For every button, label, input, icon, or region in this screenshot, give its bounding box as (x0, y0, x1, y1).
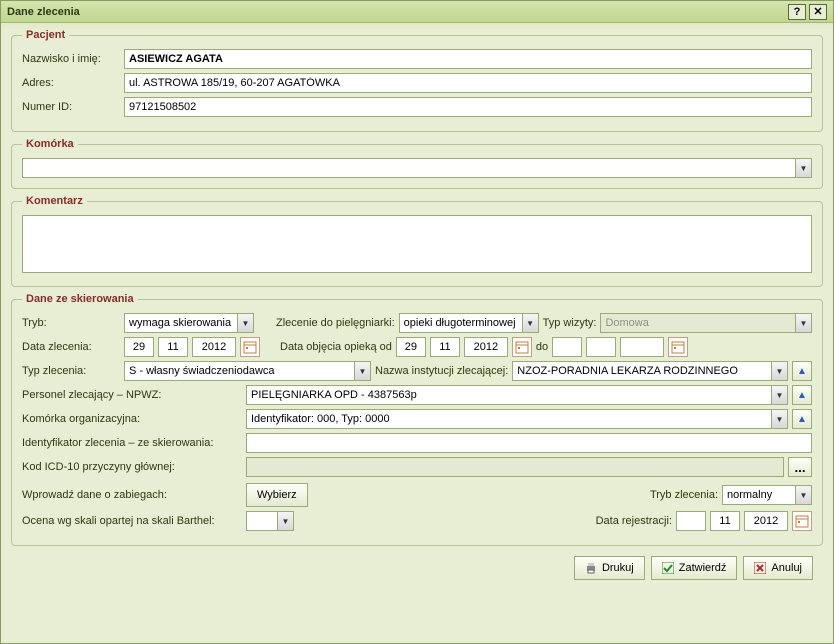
approve-button[interactable]: Zatwierdź (651, 556, 738, 580)
chevron-down-icon: ▼ (354, 362, 370, 380)
referral-id-input[interactable] (246, 433, 812, 453)
reg-date-month[interactable] (710, 511, 740, 531)
id-input[interactable] (124, 97, 812, 117)
visit-type-select: Domowa ▼ (600, 313, 812, 333)
org-cell-label: Komórka organizacyjna: (22, 413, 242, 425)
calendar-icon (671, 340, 685, 354)
order-date-day[interactable] (124, 337, 154, 357)
personnel-select[interactable]: PIELĘGNIARKA OPD - 4387563p ▼ (246, 385, 788, 405)
institution-select[interactable]: NZOZ-PORADNIA LEKARZA RODZINNEGO ▼ (512, 361, 788, 381)
footer-buttons: Drukuj Zatwierdź Anuluj (11, 552, 823, 580)
care-to-month[interactable] (586, 337, 616, 357)
mode-select[interactable]: wymaga skierowania ▼ (124, 313, 254, 333)
care-to-day[interactable] (552, 337, 582, 357)
order-date-calendar-button[interactable] (240, 337, 260, 357)
address-label: Adres: (22, 77, 120, 89)
close-button[interactable]: ✕ (809, 4, 827, 20)
reg-date-day[interactable] (676, 511, 706, 531)
comment-legend: Komentarz (22, 195, 87, 207)
name-label: Nazwisko i imię: (22, 53, 120, 65)
calendar-icon (243, 340, 257, 354)
care-to-year[interactable] (620, 337, 664, 357)
help-button[interactable]: ? (788, 4, 806, 20)
barthel-label: Ocena wg skali opartej na skali Barthel: (22, 515, 242, 527)
care-to-calendar-button[interactable] (668, 337, 688, 357)
calendar-icon (795, 514, 809, 528)
icd10-label: Kod ICD-10 przyczyny głównej: (22, 461, 242, 473)
chevron-down-icon: ▼ (795, 486, 811, 504)
care-from-month[interactable] (430, 337, 460, 357)
chevron-down-icon: ▼ (237, 314, 253, 332)
comment-textarea[interactable] (22, 215, 812, 273)
chevron-down-icon: ▼ (771, 410, 787, 428)
chevron-down-icon: ▼ (795, 314, 811, 332)
org-cell-up-button[interactable]: ▲ (792, 409, 812, 429)
dialog-window: Dane zlecenia ? ✕ Pacjent Nazwisko i imi… (0, 0, 834, 644)
reg-date-year[interactable] (744, 511, 788, 531)
cell-fieldset: Komórka ▼ (11, 138, 823, 189)
personnel-up-button[interactable]: ▲ (792, 385, 812, 405)
chevron-down-icon: ▼ (771, 386, 787, 404)
chevron-down-icon: ▼ (795, 159, 811, 177)
referral-legend: Dane ze skierowania (22, 293, 138, 305)
institution-up-button[interactable]: ▲ (792, 361, 812, 381)
print-button[interactable]: Drukuj (574, 556, 645, 580)
nurse-order-label: Zlecenie do pielęgniarki: (276, 317, 395, 329)
order-type-select[interactable]: S - własny świadczeniodawca ▼ (124, 361, 371, 381)
titlebar: Dane zlecenia ? ✕ (1, 1, 833, 23)
cell-select[interactable]: ▼ (22, 158, 812, 178)
nurse-order-select[interactable]: opieki długoterminowej ▼ (399, 313, 539, 333)
care-from-year[interactable] (464, 337, 508, 357)
personnel-label: Personel zlecający – NPWZ: (22, 389, 242, 401)
reg-date-calendar-button[interactable] (792, 511, 812, 531)
chevron-down-icon: ▼ (771, 362, 787, 380)
care-from-day[interactable] (396, 337, 426, 357)
name-input[interactable] (124, 49, 812, 69)
institution-label: Nazwa instytucji zlecającej: (375, 365, 508, 377)
care-from-calendar-button[interactable] (512, 337, 532, 357)
care-from-label: Data objęcia opieką od (280, 341, 392, 353)
chevron-down-icon: ▼ (277, 512, 293, 530)
patient-fieldset: Pacjent Nazwisko i imię: Adres: Numer ID… (11, 29, 823, 132)
org-cell-select[interactable]: Identyfikator: 000, Typ: 0000 ▼ (246, 409, 788, 429)
printer-icon (585, 562, 597, 574)
icd10-lookup-button[interactable]: ... (788, 457, 812, 477)
reg-date-label: Data rejestracji: (596, 515, 672, 527)
order-date-month[interactable] (158, 337, 188, 357)
barthel-select[interactable]: ▼ (246, 511, 294, 531)
patient-legend: Pacjent (22, 29, 69, 41)
procedures-select-button[interactable]: Wybierz (246, 483, 308, 507)
order-mode-label: Tryb zlecenia: (650, 489, 718, 501)
window-title: Dane zlecenia (7, 6, 785, 18)
visit-type-label: Typ wizyty: (543, 317, 597, 329)
check-icon (662, 562, 674, 574)
order-mode-select[interactable]: normalny ▼ (722, 485, 812, 505)
procedures-label: Wprowadź dane o zabiegach: (22, 489, 242, 501)
chevron-down-icon: ▼ (522, 314, 538, 332)
address-input[interactable] (124, 73, 812, 93)
cancel-icon (754, 562, 766, 574)
comment-fieldset: Komentarz (11, 195, 823, 287)
calendar-icon (515, 340, 529, 354)
cancel-button[interactable]: Anuluj (743, 556, 813, 580)
order-type-label: Typ zlecenia: (22, 365, 120, 377)
order-date-year[interactable] (192, 337, 236, 357)
icd10-input (246, 457, 784, 477)
referral-fieldset: Dane ze skierowania Tryb: wymaga skierow… (11, 293, 823, 546)
order-date-label: Data zlecenia: (22, 341, 120, 353)
id-label: Numer ID: (22, 101, 120, 113)
mode-label: Tryb: (22, 317, 120, 329)
care-to-label: do (536, 341, 548, 353)
referral-id-label: Identyfikator zlecenia – ze skierowania: (22, 437, 242, 449)
cell-legend: Komórka (22, 138, 78, 150)
